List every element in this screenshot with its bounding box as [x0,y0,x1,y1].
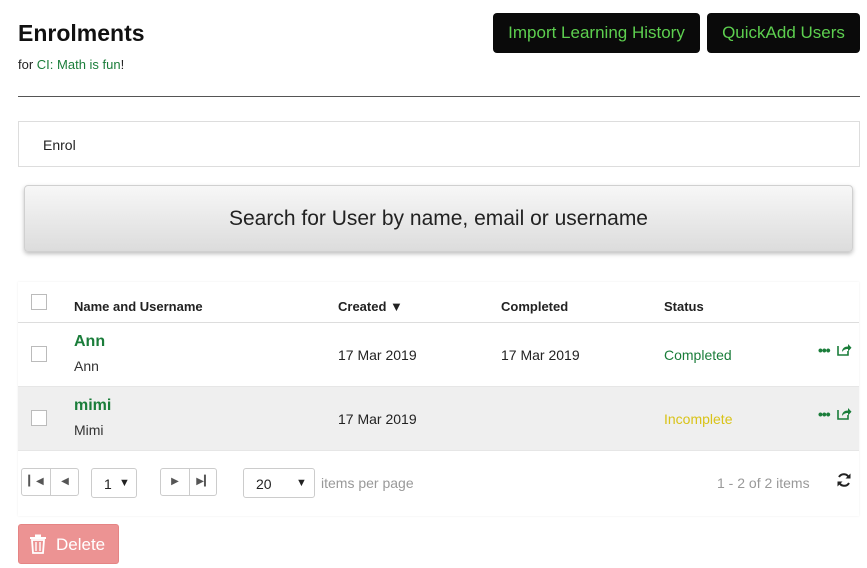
column-header-status[interactable]: Status [664,299,704,314]
status-text: Completed [664,347,732,363]
first-page-icon[interactable]: ▎◀ [22,469,50,495]
page-size-select[interactable]: 20 ▼ [243,468,315,498]
subtitle-suffix: ! [120,57,125,72]
user-name-link[interactable]: mimi [74,397,111,415]
share-icon[interactable] [837,343,852,361]
import-learning-history-button[interactable]: Import Learning History [493,13,700,53]
column-header-created[interactable]: Created ▼ [338,299,403,314]
created-date: 17 Mar 2019 [338,347,417,363]
page-size-value: 20 [256,476,272,492]
refresh-icon[interactable] [836,472,852,493]
enrolments-grid: Name and Username Created ▼ Completed St… [18,282,859,516]
ellipsis-icon[interactable]: ••• [818,343,831,357]
chevron-down-icon: ▼ [119,477,130,489]
row-checkbox[interactable] [31,346,47,362]
table-row: Ann Ann 17 Mar 2019 17 Mar 2019 Complete… [18,323,859,387]
current-page-select[interactable]: 1 ▼ [91,468,137,498]
row-checkbox[interactable] [31,410,47,426]
user-username: Ann [74,358,99,374]
row-actions: ••• [818,343,852,357]
enrol-panel: Enrol [18,121,860,167]
status-text: Incomplete [664,411,733,427]
last-page-icon[interactable]: ▶▎ [190,469,218,495]
grid-header: Name and Username Created ▼ Completed St… [18,282,859,323]
current-page-value: 1 [104,476,112,492]
share-icon[interactable] [837,407,852,425]
prev-page-icon[interactable]: ◀ [51,469,79,495]
column-header-name[interactable]: Name and Username [74,299,203,314]
subtitle-prefix: for [18,57,37,72]
delete-label: Delete [56,535,106,554]
next-page-icon[interactable]: ▶ [161,469,189,495]
table-row: mimi Mimi 17 Mar 2019 Incomplete ••• [18,387,859,451]
row-actions: ••• [818,407,852,421]
ellipsis-icon[interactable]: ••• [818,407,831,421]
page-title: Enrolments [18,20,145,46]
pager-next-group: ▶ ▶▎ [160,468,217,496]
user-username: Mimi [74,422,104,438]
created-date: 17 Mar 2019 [338,411,417,427]
page-subtitle: for CI: Math is fun! [18,57,124,72]
grid-pager: ▎◀ ◀ 1 ▼ ▶ ▶▎ 20 ▼ items per page 1 - 2 … [18,450,859,516]
pager-prev-group: ▎◀ ◀ [21,468,79,496]
quickadd-users-button[interactable]: QuickAdd Users [707,13,860,53]
chevron-down-icon: ▼ [296,477,307,489]
items-per-page-label: items per page [321,475,414,491]
header-divider [18,96,860,97]
column-header-completed[interactable]: Completed [501,299,568,314]
trash-icon [29,534,47,559]
delete-button[interactable]: Delete [18,524,119,564]
user-name-link[interactable]: Ann [74,333,105,351]
search-user-button[interactable]: Search for User by name, email or userna… [24,185,853,252]
completed-date: 17 Mar 2019 [501,347,580,363]
enrol-label: Enrol [43,137,76,153]
course-name-link[interactable]: CI: Math is fun [37,57,121,72]
pager-summary: 1 - 2 of 2 items [717,475,810,491]
select-all-checkbox[interactable] [31,294,47,310]
